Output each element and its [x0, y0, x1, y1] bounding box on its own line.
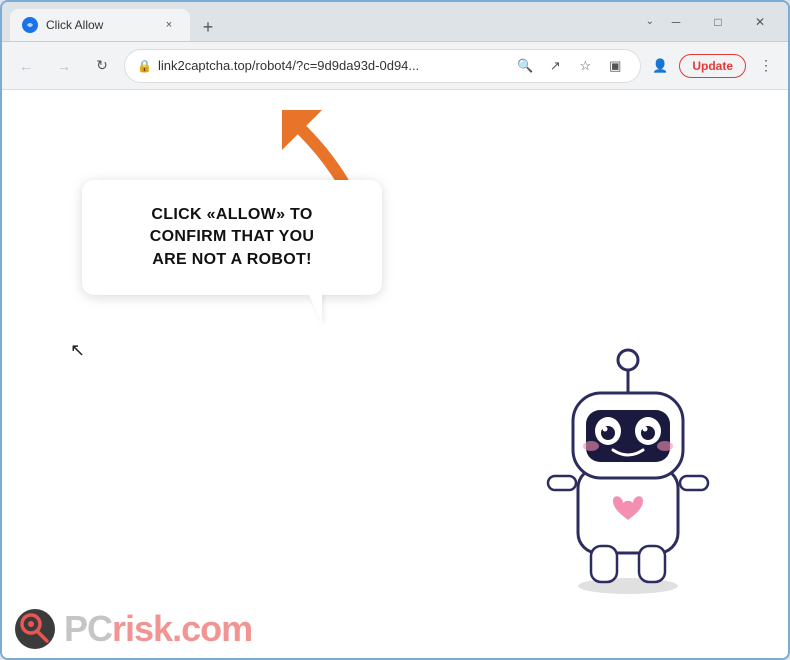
pcrisk-logo-icon	[14, 608, 56, 650]
forward-button[interactable]: →	[48, 50, 80, 82]
profile-icon[interactable]: 👤	[647, 53, 673, 79]
minimize-button[interactable]: ─	[656, 6, 696, 38]
tab-close-button[interactable]: ×	[160, 16, 178, 34]
pcrisk-icon-svg	[14, 608, 56, 650]
menu-button[interactable]: ⋮	[752, 52, 780, 80]
address-bar-icons: 🔍 ↗ ☆ ▣	[512, 53, 628, 79]
page-content: CLICK «ALLOW» TO CONFIRM THAT YOU ARE NO…	[2, 90, 788, 658]
close-button[interactable]: ✕	[740, 6, 780, 38]
bubble-text: CLICK «ALLOW» TO CONFIRM THAT YOU ARE NO…	[112, 204, 352, 271]
speech-bubble: CLICK «ALLOW» TO CONFIRM THAT YOU ARE NO…	[82, 180, 382, 295]
back-button[interactable]: ←	[10, 50, 42, 82]
url-text: link2captcha.top/robot4/?c=9d9da93d-0d94…	[158, 58, 506, 73]
share-icon[interactable]: ↗	[542, 53, 568, 79]
cursor: ↖	[70, 340, 85, 361]
update-button[interactable]: Update	[679, 54, 746, 78]
robot-svg	[528, 338, 728, 598]
reload-button[interactable]: ↻	[86, 50, 118, 82]
tab-strip-chevron[interactable]: ⌄	[646, 16, 654, 27]
sidebar-icon[interactable]: ▣	[602, 53, 628, 79]
browser-window: Click Allow × + ⌄ ─ □ ✕ ← → ↻ 🔒 link2cap…	[0, 0, 790, 660]
bookmark-icon[interactable]: ☆	[572, 53, 598, 79]
pcrisk-text-label: PCrisk.com	[64, 608, 252, 650]
lock-icon: 🔒	[137, 59, 152, 73]
toolbar: ← → ↻ 🔒 link2captcha.top/robot4/?c=9d9da…	[2, 42, 788, 90]
tab-title: Click Allow	[46, 18, 152, 32]
active-tab[interactable]: Click Allow ×	[10, 9, 190, 41]
robot-illustration	[528, 338, 728, 598]
tab-area: Click Allow × +	[10, 2, 646, 41]
new-tab-button[interactable]: +	[194, 13, 222, 41]
window-controls: ⌄ ─ □ ✕	[646, 6, 780, 38]
maximize-button[interactable]: □	[698, 6, 738, 38]
watermark: PCrisk.com	[2, 600, 264, 658]
search-icon[interactable]: 🔍	[512, 53, 538, 79]
title-bar: Click Allow × + ⌄ ─ □ ✕	[2, 2, 788, 42]
address-bar[interactable]: 🔒 link2captcha.top/robot4/?c=9d9da93d-0d…	[124, 49, 641, 83]
pc-text: PC	[64, 608, 112, 649]
tab-favicon	[22, 17, 38, 33]
risk-text: risk.com	[112, 608, 252, 649]
